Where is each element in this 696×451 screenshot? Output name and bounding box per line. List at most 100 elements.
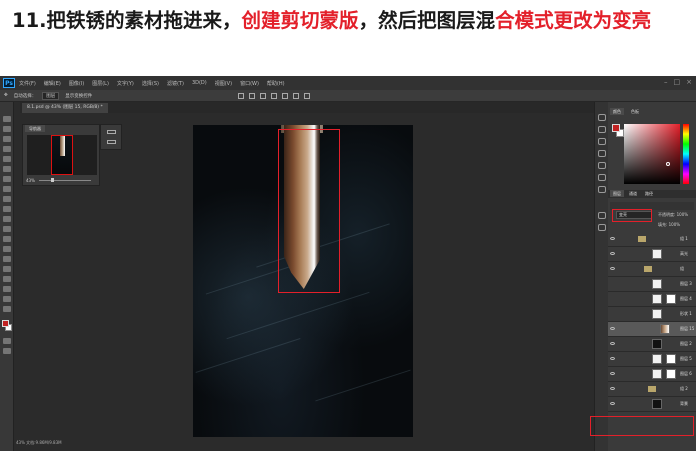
visibility-eye-icon[interactable] — [610, 402, 615, 405]
pen-tool-icon[interactable] — [3, 256, 11, 262]
visibility-eye-icon[interactable] — [610, 372, 615, 375]
navigator-title[interactable]: 导航器 — [25, 125, 45, 132]
navigator-zoom-slider[interactable] — [39, 180, 91, 181]
layer-row[interactable]: 组 — [608, 262, 696, 277]
character-icon[interactable] — [598, 162, 606, 169]
menu-3d[interactable]: 3D(D) — [192, 80, 207, 86]
minimize-icon[interactable]: – — [664, 78, 668, 86]
properties-icon[interactable] — [598, 224, 606, 231]
layer-row[interactable]: 高光 — [608, 247, 696, 262]
align-center-icon[interactable] — [282, 92, 289, 99]
layer-row[interactable]: 组 1 — [608, 232, 696, 247]
menu-filter[interactable]: 滤镜(T) — [167, 80, 184, 87]
visibility-eye-icon[interactable] — [610, 327, 615, 330]
clone-stamp-tool-icon[interactable] — [3, 196, 11, 202]
align-middle-icon[interactable] — [249, 92, 256, 99]
visibility-eye-icon[interactable] — [610, 357, 615, 360]
tab-color[interactable]: 颜色 — [610, 108, 624, 115]
layer-row[interactable]: 组 2 — [608, 382, 696, 397]
tab-swatches[interactable]: 色板 — [628, 108, 642, 115]
healing-brush-tool-icon[interactable] — [3, 176, 11, 182]
layer-row[interactable]: 背景 — [608, 397, 696, 412]
auto-select-target-dropdown[interactable]: 图层 — [42, 91, 60, 100]
tab-paths[interactable]: 路径 — [642, 190, 656, 197]
dodge-tool-icon[interactable] — [3, 246, 11, 252]
maximize-icon[interactable]: □ — [674, 78, 681, 86]
visibility-eye-icon[interactable] — [610, 267, 615, 270]
navigator-zoom-knob[interactable] — [51, 178, 54, 182]
path-select-tool-icon[interactable] — [3, 276, 11, 282]
visibility-eye-icon[interactable] — [610, 252, 615, 255]
opacity-field[interactable]: 不透明度: 100% — [658, 212, 688, 218]
screen-mode-icon[interactable] — [3, 348, 11, 354]
color-panel-fg-swatch[interactable] — [612, 124, 620, 132]
color-picker-field[interactable] — [624, 124, 680, 184]
align-left-icon[interactable] — [271, 92, 278, 99]
lasso-tool-icon[interactable] — [3, 136, 11, 142]
status-zoom[interactable]: 43% — [16, 440, 25, 445]
type-tool-icon[interactable] — [3, 266, 11, 272]
navigator-zoom-value[interactable]: 43% — [26, 178, 35, 183]
eyedropper-tool-icon[interactable] — [3, 166, 11, 172]
gradient-tool-icon[interactable] — [3, 226, 11, 232]
shape-tool-icon[interactable] — [3, 286, 11, 292]
layer-row[interactable]: 图层 3 — [608, 277, 696, 292]
hue-slider[interactable] — [683, 124, 689, 184]
swatches-icon[interactable] — [598, 186, 606, 193]
menu-help[interactable]: 帮助(H) — [267, 80, 285, 87]
menu-edit[interactable]: 编辑(E) — [44, 80, 61, 87]
eraser-tool-icon[interactable] — [3, 216, 11, 222]
menu-window[interactable]: 窗口(W) — [240, 80, 259, 87]
color-picker-cursor[interactable] — [666, 162, 670, 166]
distribute-icon[interactable] — [304, 92, 311, 99]
align-top-icon[interactable] — [238, 92, 245, 99]
navigator-preview[interactable] — [27, 135, 97, 175]
move-tool-icon[interactable]: ✥ — [4, 93, 8, 98]
document-tab[interactable]: 8.1.psd @ 43% (图层 15, RGB/8) * — [22, 103, 108, 113]
history-panel-icon[interactable] — [598, 126, 606, 133]
menu-view[interactable]: 视图(V) — [215, 80, 232, 87]
visibility-eye-icon[interactable] — [610, 342, 615, 345]
quick-select-tool-icon[interactable] — [3, 146, 11, 152]
auto-select-label[interactable]: 自动选择： — [14, 93, 37, 99]
info-icon[interactable] — [598, 114, 606, 121]
layer-row[interactable]: 图层 2 — [608, 337, 696, 352]
move-tool-icon[interactable] — [3, 116, 11, 122]
layer-row[interactable]: 图层 6 — [608, 367, 696, 382]
blur-tool-icon[interactable] — [3, 236, 11, 242]
menu-image[interactable]: 图像(I) — [69, 80, 84, 87]
show-transform-controls[interactable]: 显示变换控件 — [65, 93, 92, 99]
menu-layer[interactable]: 图层(L) — [92, 80, 109, 87]
align-right-icon[interactable] — [293, 92, 300, 99]
paragraph-icon[interactable] — [598, 174, 606, 181]
crop-tool-icon[interactable] — [3, 156, 11, 162]
fill-field[interactable]: 填充: 100% — [658, 222, 680, 228]
foreground-color-swatch[interactable] — [2, 320, 9, 327]
lock-icons[interactable] — [610, 222, 656, 229]
history-icon[interactable] — [107, 130, 116, 134]
quick-mask-icon[interactable] — [3, 338, 11, 344]
layer-row[interactable]: 图层 4 — [608, 292, 696, 307]
brush-tool-icon[interactable] — [3, 186, 11, 192]
play-action-icon[interactable] — [598, 212, 606, 219]
align-bottom-icon[interactable] — [260, 92, 267, 99]
tab-channels[interactable]: 通道 — [626, 190, 640, 197]
navigator-view-box[interactable] — [51, 135, 73, 175]
history-brush-tool-icon[interactable] — [3, 206, 11, 212]
adjustments-icon[interactable] — [598, 138, 606, 145]
brush-panel-icon[interactable] — [598, 150, 606, 157]
close-icon[interactable]: × — [686, 78, 692, 86]
menu-select[interactable]: 选择(S) — [142, 80, 159, 87]
zoom-tool-icon[interactable] — [3, 306, 11, 312]
marquee-tool-icon[interactable] — [3, 126, 11, 132]
layer-row[interactable]: 形状 1 — [608, 307, 696, 322]
hand-tool-icon[interactable] — [3, 296, 11, 302]
layer-row-selected[interactable]: 图层 15 — [608, 322, 696, 337]
layer-row[interactable]: 图层 5 — [608, 352, 696, 367]
visibility-eye-icon[interactable] — [610, 237, 615, 240]
visibility-eye-icon[interactable] — [610, 387, 615, 390]
tab-layers[interactable]: 图层 — [610, 190, 624, 197]
menu-type[interactable]: 文字(Y) — [117, 80, 134, 87]
actions-icon[interactable] — [107, 140, 116, 144]
menu-file[interactable]: 文件(F) — [19, 80, 36, 87]
